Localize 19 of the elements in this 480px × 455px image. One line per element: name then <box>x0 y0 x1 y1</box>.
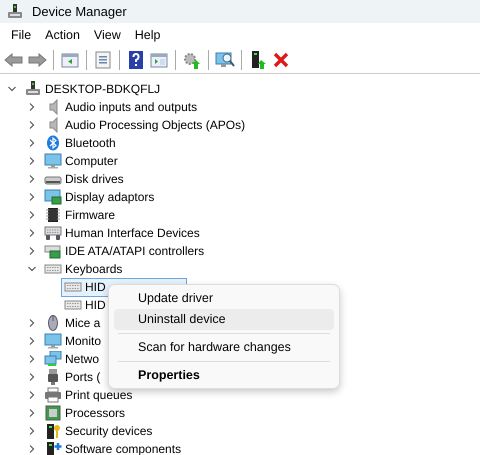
tree-label: Ports ( <box>65 370 100 384</box>
tree-label: Security devices <box>65 424 152 438</box>
tree-label: Keyboards <box>65 262 122 276</box>
tree-label: Firmware <box>65 208 115 222</box>
tree-label: Monito <box>65 334 102 348</box>
tree-label: Netwo <box>65 352 100 366</box>
tree-label: DESKTOP-BDKQFLJ <box>45 82 160 96</box>
tree-label: Audio Processing Objects (APOs) <box>65 118 246 132</box>
tree-label: Display adaptors <box>65 190 154 204</box>
tree-label: Bluetooth <box>65 136 116 150</box>
tree-label: Disk drives <box>65 172 124 186</box>
tree-label: IDE ATA/ATAPI controllers <box>65 244 204 258</box>
tree-label: Print queues <box>65 388 132 402</box>
tree-label: Processors <box>65 406 126 420</box>
tree-label: Computer <box>65 154 118 168</box>
tree-label: Mice a <box>65 316 100 330</box>
tree-label: Audio inputs and outputs <box>65 100 198 114</box>
tree-label: Human Interface Devices <box>65 226 200 240</box>
window-title: Device Manager <box>32 4 127 19</box>
